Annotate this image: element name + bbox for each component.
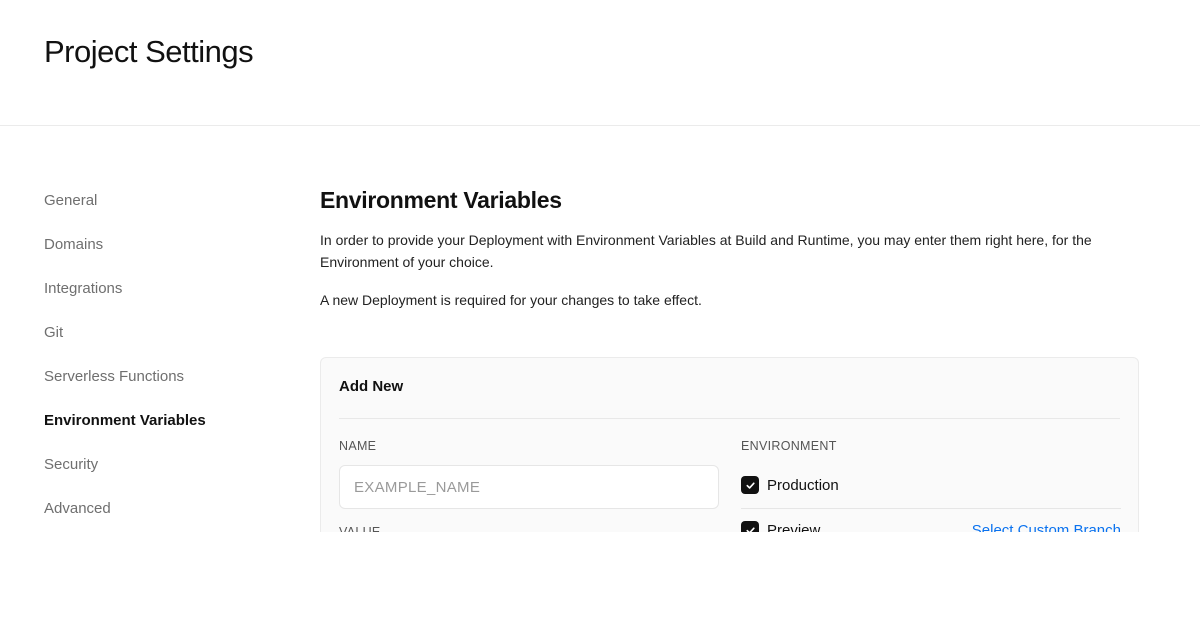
sidebar-item-git[interactable]: Git [44,323,284,367]
value-label: VALUE [339,525,381,532]
sidebar-item-serverless-functions[interactable]: Serverless Functions [44,367,284,411]
checkmark-icon [745,481,755,489]
page-header: Project Settings [0,0,1200,126]
page-title: Project Settings [44,34,254,69]
section-description: In order to provide your Deployment with… [320,232,1092,270]
environment-label: ENVIRONMENT [741,439,837,453]
sidebar-item-integrations[interactable]: Integrations [44,279,284,323]
preview-label: Preview [767,521,821,533]
sidebar-item-environment-variables[interactable]: Environment Variables [44,411,284,455]
environment-preview-row: Preview Select Custom Branch [741,510,1121,532]
preview-checkbox[interactable] [741,521,759,532]
sidebar-item-general[interactable]: General [44,191,284,235]
card-divider [339,418,1120,419]
environment-production-row: Production [741,465,1121,505]
production-checkbox[interactable] [741,476,759,494]
name-input[interactable] [339,465,719,509]
settings-content: General Domains Integrations Git Serverl… [0,127,1200,532]
name-label: NAME [339,439,377,453]
sidebar-item-security[interactable]: Security [44,455,284,499]
settings-sidebar: General Domains Integrations Git Serverl… [44,191,284,532]
select-custom-branch-link[interactable]: Select Custom Branch [972,522,1121,533]
production-label: Production [767,476,839,494]
deployment-note: A new Deployment is required for your ch… [320,292,702,308]
environment-divider [741,508,1121,509]
environment-variables-section: Environment Variables In order to provid… [320,185,1140,532]
add-new-title: Add New [339,378,404,395]
sidebar-item-domains[interactable]: Domains [44,235,284,279]
section-title: Environment Variables [320,187,562,213]
sidebar-item-advanced[interactable]: Advanced [44,499,284,532]
add-new-card: Add New NAME VALUE ENVIRONMENT Productio… [320,357,1139,532]
checkmark-icon [745,526,755,532]
